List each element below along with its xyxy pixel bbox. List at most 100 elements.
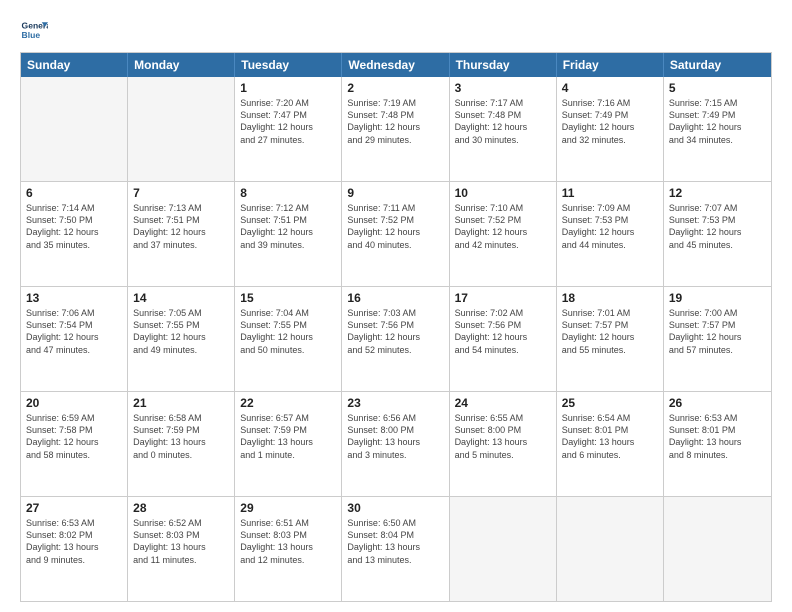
logo-icon: General Blue [20,16,48,44]
day-info: Sunrise: 7:16 AM Sunset: 7:49 PM Dayligh… [562,97,658,146]
day-info: Sunrise: 7:03 AM Sunset: 7:56 PM Dayligh… [347,307,443,356]
day-info: Sunrise: 6:59 AM Sunset: 7:58 PM Dayligh… [26,412,122,461]
day-number: 28 [133,500,229,516]
day-number: 18 [562,290,658,306]
day-number: 2 [347,80,443,96]
day-info: Sunrise: 6:58 AM Sunset: 7:59 PM Dayligh… [133,412,229,461]
day-info: Sunrise: 7:12 AM Sunset: 7:51 PM Dayligh… [240,202,336,251]
calendar-week-2: 6Sunrise: 7:14 AM Sunset: 7:50 PM Daylig… [21,181,771,286]
weekday-header-tuesday: Tuesday [235,53,342,77]
calendar-body: 1Sunrise: 7:20 AM Sunset: 7:47 PM Daylig… [21,77,771,601]
day-info: Sunrise: 7:20 AM Sunset: 7:47 PM Dayligh… [240,97,336,146]
calendar-week-3: 13Sunrise: 7:06 AM Sunset: 7:54 PM Dayli… [21,286,771,391]
day-number: 10 [455,185,551,201]
day-number: 17 [455,290,551,306]
day-info: Sunrise: 6:57 AM Sunset: 7:59 PM Dayligh… [240,412,336,461]
day-number: 24 [455,395,551,411]
calendar-cell-empty-4-4 [450,497,557,601]
calendar-cell-25: 25Sunrise: 6:54 AM Sunset: 8:01 PM Dayli… [557,392,664,496]
calendar-cell-empty-0-1 [128,77,235,181]
day-info: Sunrise: 7:06 AM Sunset: 7:54 PM Dayligh… [26,307,122,356]
day-info: Sunrise: 7:17 AM Sunset: 7:48 PM Dayligh… [455,97,551,146]
day-number: 14 [133,290,229,306]
day-number: 9 [347,185,443,201]
weekday-header-monday: Monday [128,53,235,77]
calendar-cell-empty-0-0 [21,77,128,181]
weekday-header-wednesday: Wednesday [342,53,449,77]
day-info: Sunrise: 6:54 AM Sunset: 8:01 PM Dayligh… [562,412,658,461]
day-info: Sunrise: 6:53 AM Sunset: 8:01 PM Dayligh… [669,412,766,461]
calendar-cell-28: 28Sunrise: 6:52 AM Sunset: 8:03 PM Dayli… [128,497,235,601]
calendar-cell-19: 19Sunrise: 7:00 AM Sunset: 7:57 PM Dayli… [664,287,771,391]
calendar-cell-5: 5Sunrise: 7:15 AM Sunset: 7:49 PM Daylig… [664,77,771,181]
svg-text:Blue: Blue [22,30,41,40]
day-info: Sunrise: 7:01 AM Sunset: 7:57 PM Dayligh… [562,307,658,356]
calendar-cell-18: 18Sunrise: 7:01 AM Sunset: 7:57 PM Dayli… [557,287,664,391]
calendar-cell-27: 27Sunrise: 6:53 AM Sunset: 8:02 PM Dayli… [21,497,128,601]
weekday-header-saturday: Saturday [664,53,771,77]
day-number: 6 [26,185,122,201]
calendar-cell-10: 10Sunrise: 7:10 AM Sunset: 7:52 PM Dayli… [450,182,557,286]
day-info: Sunrise: 6:55 AM Sunset: 8:00 PM Dayligh… [455,412,551,461]
day-number: 20 [26,395,122,411]
day-info: Sunrise: 7:14 AM Sunset: 7:50 PM Dayligh… [26,202,122,251]
day-info: Sunrise: 6:51 AM Sunset: 8:03 PM Dayligh… [240,517,336,566]
day-info: Sunrise: 7:09 AM Sunset: 7:53 PM Dayligh… [562,202,658,251]
day-number: 21 [133,395,229,411]
day-info: Sunrise: 7:11 AM Sunset: 7:52 PM Dayligh… [347,202,443,251]
day-info: Sunrise: 7:00 AM Sunset: 7:57 PM Dayligh… [669,307,766,356]
day-number: 26 [669,395,766,411]
calendar-cell-17: 17Sunrise: 7:02 AM Sunset: 7:56 PM Dayli… [450,287,557,391]
day-info: Sunrise: 7:04 AM Sunset: 7:55 PM Dayligh… [240,307,336,356]
calendar-cell-12: 12Sunrise: 7:07 AM Sunset: 7:53 PM Dayli… [664,182,771,286]
day-number: 27 [26,500,122,516]
calendar-header: SundayMondayTuesdayWednesdayThursdayFrid… [21,53,771,77]
calendar-cell-13: 13Sunrise: 7:06 AM Sunset: 7:54 PM Dayli… [21,287,128,391]
day-info: Sunrise: 7:15 AM Sunset: 7:49 PM Dayligh… [669,97,766,146]
day-number: 3 [455,80,551,96]
calendar-cell-15: 15Sunrise: 7:04 AM Sunset: 7:55 PM Dayli… [235,287,342,391]
day-number: 19 [669,290,766,306]
day-number: 16 [347,290,443,306]
day-number: 11 [562,185,658,201]
logo: General Blue [20,16,48,44]
day-number: 8 [240,185,336,201]
day-number: 30 [347,500,443,516]
day-number: 13 [26,290,122,306]
day-info: Sunrise: 6:52 AM Sunset: 8:03 PM Dayligh… [133,517,229,566]
calendar-cell-14: 14Sunrise: 7:05 AM Sunset: 7:55 PM Dayli… [128,287,235,391]
day-number: 25 [562,395,658,411]
calendar-cell-21: 21Sunrise: 6:58 AM Sunset: 7:59 PM Dayli… [128,392,235,496]
calendar-grid: SundayMondayTuesdayWednesdayThursdayFrid… [20,52,772,602]
weekday-header-sunday: Sunday [21,53,128,77]
day-info: Sunrise: 6:56 AM Sunset: 8:00 PM Dayligh… [347,412,443,461]
calendar-cell-3: 3Sunrise: 7:17 AM Sunset: 7:48 PM Daylig… [450,77,557,181]
calendar-cell-6: 6Sunrise: 7:14 AM Sunset: 7:50 PM Daylig… [21,182,128,286]
calendar-cell-26: 26Sunrise: 6:53 AM Sunset: 8:01 PM Dayli… [664,392,771,496]
day-info: Sunrise: 7:10 AM Sunset: 7:52 PM Dayligh… [455,202,551,251]
calendar-cell-20: 20Sunrise: 6:59 AM Sunset: 7:58 PM Dayli… [21,392,128,496]
calendar-cell-4: 4Sunrise: 7:16 AM Sunset: 7:49 PM Daylig… [557,77,664,181]
day-info: Sunrise: 6:53 AM Sunset: 8:02 PM Dayligh… [26,517,122,566]
day-number: 29 [240,500,336,516]
calendar-page: General Blue SundayMondayTuesdayWednesda… [0,0,792,612]
calendar-cell-24: 24Sunrise: 6:55 AM Sunset: 8:00 PM Dayli… [450,392,557,496]
day-number: 12 [669,185,766,201]
day-number: 4 [562,80,658,96]
day-number: 23 [347,395,443,411]
calendar-cell-22: 22Sunrise: 6:57 AM Sunset: 7:59 PM Dayli… [235,392,342,496]
calendar-cell-11: 11Sunrise: 7:09 AM Sunset: 7:53 PM Dayli… [557,182,664,286]
calendar-cell-7: 7Sunrise: 7:13 AM Sunset: 7:51 PM Daylig… [128,182,235,286]
calendar-week-4: 20Sunrise: 6:59 AM Sunset: 7:58 PM Dayli… [21,391,771,496]
day-info: Sunrise: 6:50 AM Sunset: 8:04 PM Dayligh… [347,517,443,566]
day-info: Sunrise: 7:02 AM Sunset: 7:56 PM Dayligh… [455,307,551,356]
day-info: Sunrise: 7:05 AM Sunset: 7:55 PM Dayligh… [133,307,229,356]
day-number: 22 [240,395,336,411]
calendar-cell-8: 8Sunrise: 7:12 AM Sunset: 7:51 PM Daylig… [235,182,342,286]
calendar-cell-1: 1Sunrise: 7:20 AM Sunset: 7:47 PM Daylig… [235,77,342,181]
calendar-cell-9: 9Sunrise: 7:11 AM Sunset: 7:52 PM Daylig… [342,182,449,286]
calendar-week-5: 27Sunrise: 6:53 AM Sunset: 8:02 PM Dayli… [21,496,771,601]
day-number: 5 [669,80,766,96]
weekday-header-friday: Friday [557,53,664,77]
calendar-cell-empty-4-6 [664,497,771,601]
